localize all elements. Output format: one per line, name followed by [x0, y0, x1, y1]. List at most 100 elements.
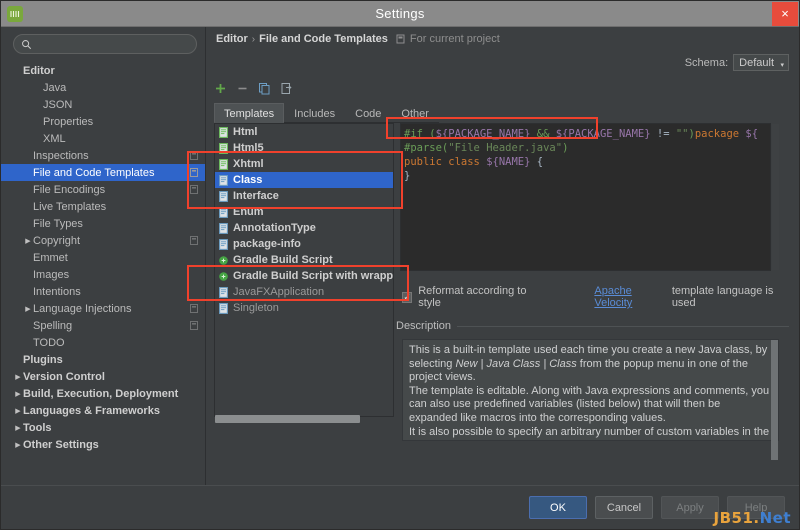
- sidebar-item-java[interactable]: Java: [1, 79, 205, 96]
- sidebar-item-build-execution-deployment[interactable]: ▶ Build, Execution, Deployment: [1, 385, 205, 402]
- template-list-item[interactable]: JavaFXApplication: [215, 284, 393, 300]
- watermark-part2: Net: [759, 509, 791, 527]
- cancel-button[interactable]: Cancel: [595, 496, 653, 519]
- description-vscrollbar[interactable]: [771, 340, 778, 460]
- chevron-right-icon[interactable]: ▶: [23, 237, 33, 245]
- code-token: ${NAME}: [486, 156, 531, 168]
- search-icon: [22, 39, 32, 49]
- sidebar-item-label: File Encodings: [33, 183, 106, 196]
- search-container: [1, 34, 205, 60]
- breadcrumb-separator-icon: ›: [251, 33, 256, 45]
- template-list-item[interactable]: Xhtml: [215, 156, 393, 172]
- sidebar-item-other-settings[interactable]: ▶ Other Settings: [1, 436, 205, 453]
- code-token: ${: [739, 128, 759, 140]
- sidebar-item-live-templates[interactable]: Live Templates: [1, 198, 205, 215]
- sidebar-item-editor[interactable]: Editor: [1, 62, 205, 79]
- template-list-item[interactable]: Class: [215, 172, 393, 188]
- reformat-label: Reformat according to style: [418, 285, 527, 309]
- template-list-item[interactable]: Html: [215, 124, 393, 140]
- sidebar-item-intentions[interactable]: Intentions: [1, 283, 205, 300]
- template-list-item[interactable]: Singleton: [215, 300, 393, 316]
- tab-other[interactable]: Other: [391, 103, 439, 123]
- sidebar-item-label: File and Code Templates: [33, 166, 155, 179]
- template-list-item[interactable]: Gradle Build Script: [215, 252, 393, 268]
- chevron-right-icon[interactable]: ▶: [13, 407, 23, 415]
- sidebar-item-properties[interactable]: Properties: [1, 113, 205, 130]
- template-tabs[interactable]: Templates Includes Code Other: [214, 103, 439, 123]
- sidebar-item-label: Intentions: [33, 285, 81, 298]
- sidebar-item-version-control[interactable]: ▶ Version Control: [1, 368, 205, 385]
- editor-vscrollbar[interactable]: [772, 124, 779, 270]
- description-header: Description: [396, 320, 789, 332]
- template-list-item[interactable]: AnnotationType: [215, 220, 393, 236]
- sidebar-item-xml[interactable]: XML: [1, 130, 205, 147]
- apply-button[interactable]: Apply: [661, 496, 719, 519]
- sidebar-item-file-and-code-templates[interactable]: File and Code Templates: [1, 164, 205, 181]
- sidebar-item-tools[interactable]: ▶ Tools: [1, 419, 205, 436]
- template-item-label: Html: [233, 126, 258, 138]
- chevron-right-icon[interactable]: ▶: [13, 424, 23, 432]
- template-item-label: Class: [233, 174, 263, 186]
- sidebar-item-language-injections[interactable]: ▶ Language Injections: [1, 300, 205, 317]
- template-list[interactable]: Html Html5 Xhtml Class Interface Enum Annotati…: [214, 123, 394, 417]
- template-list-hscrollbar[interactable]: [215, 415, 360, 423]
- template-list-item[interactable]: Gradle Build Script with wrapp: [215, 268, 393, 284]
- sidebar-item-json[interactable]: JSON: [1, 96, 205, 113]
- chevron-down-icon: ▾: [780, 62, 784, 69]
- template-item-label: Interface: [233, 190, 279, 202]
- chevron-right-icon[interactable]: ▶: [13, 373, 23, 381]
- code-token: package: [694, 128, 740, 140]
- velocity-note: template language is used: [671, 285, 774, 309]
- chevron-right-icon[interactable]: ▶: [13, 390, 23, 398]
- description-divider: [457, 325, 789, 327]
- sidebar-item-emmet[interactable]: Emmet: [1, 249, 205, 266]
- settings-tree[interactable]: Editor Java JSON Properties XML Inspections Fi…: [1, 60, 205, 485]
- sidebar-item-label: Language Injections: [33, 302, 132, 315]
- search-input[interactable]: [36, 38, 189, 50]
- reset-template-icon[interactable]: [280, 82, 293, 95]
- reformat-checkbox[interactable]: ✓: [402, 291, 413, 303]
- java-file-icon: [219, 206, 228, 218]
- template-item-label: JavaFXApplication: [233, 286, 325, 298]
- template-code-editor[interactable]: #if (${PACKAGE_NAME} && ${PACKAGE_NAME} …: [400, 123, 771, 271]
- sidebar-item-todo[interactable]: TODO: [1, 334, 205, 351]
- project-scope-badge-icon: [190, 168, 198, 177]
- schema-select[interactable]: Default ▾: [733, 54, 789, 71]
- sidebar-item-label: Build, Execution, Deployment: [23, 387, 179, 400]
- template-list-item[interactable]: Interface: [215, 188, 393, 204]
- sidebar-item-inspections[interactable]: Inspections: [1, 147, 205, 164]
- code-line: #parse("File Header.java"): [404, 141, 770, 155]
- template-item-label: Enum: [233, 206, 264, 218]
- sidebar-item-file-encodings[interactable]: File Encodings: [1, 181, 205, 198]
- add-template-icon[interactable]: [214, 82, 227, 95]
- ok-button[interactable]: OK: [529, 496, 587, 519]
- sidebar-item-file-types[interactable]: File Types: [1, 215, 205, 232]
- watermark: JB51.Net: [714, 509, 792, 527]
- chevron-right-icon[interactable]: ▶: [13, 441, 23, 449]
- sidebar-item-plugins[interactable]: Plugins: [1, 351, 205, 368]
- sidebar-item-spelling[interactable]: Spelling: [1, 317, 205, 334]
- project-scope-badge-icon: [190, 304, 198, 313]
- template-list-item[interactable]: Enum: [215, 204, 393, 220]
- template-toolbar: [214, 82, 293, 95]
- sidebar-item-languages-frameworks[interactable]: ▶ Languages & Frameworks: [1, 402, 205, 419]
- schema-label: Schema:: [684, 56, 729, 69]
- tab-code[interactable]: Code: [345, 103, 391, 123]
- code-line: public class ${NAME} {: [404, 155, 770, 169]
- chevron-right-icon[interactable]: ▶: [23, 305, 33, 313]
- search-box[interactable]: [13, 34, 197, 54]
- template-list-item[interactable]: package-info: [215, 236, 393, 252]
- template-list-item[interactable]: Html5: [215, 140, 393, 156]
- breadcrumb-parent[interactable]: Editor: [216, 33, 248, 45]
- tab-includes[interactable]: Includes: [284, 103, 345, 123]
- code-line: #if (${PACKAGE_NAME} && ${PACKAGE_NAME} …: [404, 127, 770, 141]
- tab-templates[interactable]: Templates: [214, 103, 285, 123]
- copy-template-icon[interactable]: [258, 82, 271, 95]
- apache-velocity-link[interactable]: Apache Velocity: [594, 285, 665, 309]
- sidebar-item-copyright[interactable]: ▶ Copyright: [1, 232, 205, 249]
- sidebar-item-images[interactable]: Images: [1, 266, 205, 283]
- remove-template-icon[interactable]: [236, 82, 249, 95]
- sidebar-item-label: Copyright: [33, 234, 81, 247]
- sidebar-item-label: Version Control: [23, 370, 105, 383]
- project-scope-icon: [396, 34, 405, 44]
